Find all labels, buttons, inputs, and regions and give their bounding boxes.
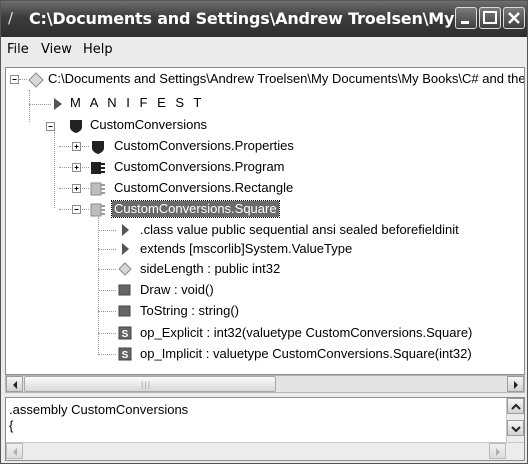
window-title: C:\Documents and Settings\Andrew Troelse…: [29, 9, 478, 28]
close-button[interactable]: [503, 7, 525, 29]
type-label[interactable]: CustomConversions.Properties: [114, 138, 294, 154]
scroll-left-button[interactable]: [6, 376, 23, 392]
valuetype-icon: [90, 182, 105, 196]
class-icon: [91, 162, 105, 174]
tree-line: [98, 230, 116, 231]
menu-file[interactable]: File: [7, 42, 29, 57]
namespace-icon: [92, 141, 104, 154]
minus-icon: [12, 79, 17, 80]
collapse-toggle[interactable]: [72, 205, 81, 214]
tree-line: [19, 79, 27, 80]
member-label[interactable]: extends [mscorlib]System.ValueType: [140, 241, 352, 257]
arrow-up-icon: [511, 403, 521, 410]
field-icon: [118, 262, 132, 276]
type-label[interactable]: CustomConversions.Program: [114, 159, 285, 175]
tree-line: [29, 90, 30, 122]
maximize-button[interactable]: [479, 7, 501, 29]
il-vertical-scrollbar[interactable]: [506, 398, 524, 442]
arrow-right-icon: [514, 381, 518, 389]
title-bar[interactable]: ∕ C:\Documents and Settings\Andrew Troel…: [1, 1, 527, 37]
il-code-pane[interactable]: .assembly CustomConversions {: [5, 397, 525, 461]
valuetype-icon: [90, 203, 105, 217]
ildasm-window: ∕ C:\Documents and Settings\Andrew Troel…: [0, 0, 528, 464]
tree-line: [29, 104, 51, 105]
type-label-selected[interactable]: CustomConversions.Square: [111, 200, 280, 218]
close-icon: [508, 12, 520, 24]
member-label[interactable]: sideLength : public int32: [140, 261, 280, 277]
triangle-icon: [122, 243, 129, 255]
svg-text:S: S: [122, 350, 129, 361]
menu-help[interactable]: Help: [83, 42, 113, 57]
plus-icon: [74, 186, 79, 191]
plus-icon: [74, 144, 79, 149]
plus-icon: [74, 165, 79, 170]
member-label[interactable]: ToString : string(): [140, 303, 239, 319]
expand-toggle[interactable]: [72, 163, 81, 172]
scroll-thumb[interactable]: |||: [24, 376, 276, 392]
expand-toggle[interactable]: [72, 184, 81, 193]
tree-horizontal-scrollbar[interactable]: |||: [5, 375, 525, 393]
minus-icon: [74, 209, 79, 210]
tree-line: [98, 354, 116, 355]
scroll-right-button[interactable]: [507, 376, 524, 392]
arrow-right-icon: [496, 448, 500, 456]
minimize-button[interactable]: [455, 7, 477, 29]
il-horizontal-scrollbar[interactable]: [6, 442, 524, 460]
scroll-down-button[interactable]: [507, 420, 524, 436]
assembly-diamond-icon: [28, 72, 44, 88]
static-method-icon: S: [118, 326, 132, 340]
tree-line: [98, 333, 116, 334]
member-label[interactable]: op_Implicit : valuetype CustomConversion…: [140, 346, 472, 362]
method-icon: [118, 284, 131, 296]
tree-namespace-label[interactable]: CustomConversions: [90, 117, 207, 133]
type-label[interactable]: CustomConversions.Rectangle: [114, 180, 293, 196]
scroll-right-button[interactable]: [489, 443, 506, 459]
scroll-up-button[interactable]: [507, 398, 524, 414]
tree-line: [98, 269, 116, 270]
tree-line: [98, 217, 99, 355]
tree-line: [98, 249, 116, 250]
tree-manifest-label[interactable]: M A N I F E S T: [70, 95, 204, 111]
il-line: {: [9, 418, 14, 433]
arrow-down-icon: [511, 426, 521, 433]
collapse-toggle[interactable]: [10, 75, 19, 84]
svg-text:S: S: [122, 329, 129, 340]
tree-line: [98, 290, 116, 291]
namespace-shield-icon: [70, 120, 82, 133]
method-icon: [118, 305, 131, 317]
triangle-icon: [122, 224, 129, 236]
minimize-icon: [461, 21, 469, 24]
grip-icon: |||: [141, 381, 152, 389]
member-label[interactable]: op_Explicit : int32(valuetype CustomConv…: [140, 325, 472, 341]
maximize-icon: [483, 11, 497, 24]
arrow-left-icon: [13, 381, 17, 389]
il-line: .assembly CustomConversions: [9, 402, 189, 417]
pen-icon: ∕: [8, 9, 14, 27]
scroll-left-button[interactable]: [6, 443, 23, 459]
tree-line: [54, 132, 55, 208]
manifest-triangle-icon: [54, 98, 62, 110]
tree-root-label[interactable]: C:\Documents and Settings\Andrew Troelse…: [48, 71, 524, 87]
static-method-icon: S: [118, 347, 132, 361]
menu-view[interactable]: View: [41, 42, 72, 57]
menu-bar: File View Help: [1, 38, 527, 60]
assembly-tree[interactable]: C:\Documents and Settings\Andrew Troelse…: [5, 67, 525, 375]
tree-line: [98, 311, 116, 312]
arrow-left-icon: [13, 448, 17, 456]
member-label[interactable]: Draw : void(): [140, 282, 214, 298]
collapse-toggle[interactable]: [46, 122, 55, 131]
member-label[interactable]: .class value public sequential ansi seal…: [140, 222, 459, 238]
expand-toggle[interactable]: [72, 142, 81, 151]
minus-icon: [48, 126, 53, 127]
